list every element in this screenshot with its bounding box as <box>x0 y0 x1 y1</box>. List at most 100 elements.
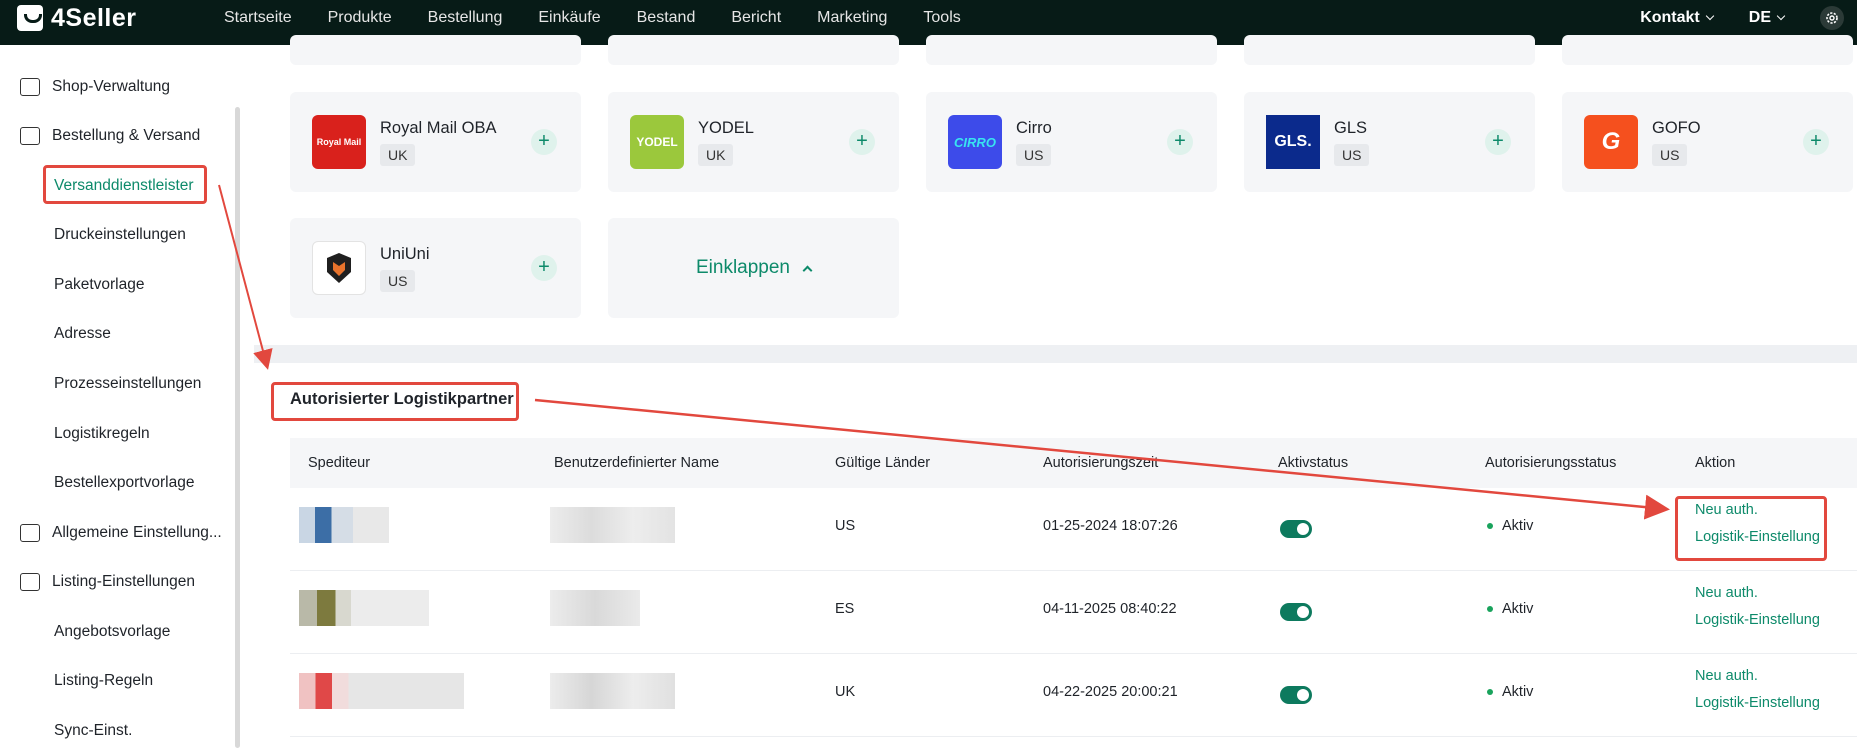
gear-icon[interactable] <box>1820 6 1844 30</box>
country-cell: ES <box>835 601 855 617</box>
sidebar-scrollbar[interactable] <box>235 107 240 748</box>
table-row: UK 04-22-2025 20:00:21 Aktiv Neu auth. L… <box>290 654 1857 737</box>
contact-menu[interactable]: Kontakt <box>1640 9 1715 27</box>
contact-label: Kontakt <box>1640 9 1700 26</box>
cirro-logo: CIRRO <box>948 115 1002 169</box>
carrier-card-yodel: YODEL YODEL UK + <box>608 92 899 192</box>
gofo-logo: G <box>1584 115 1638 169</box>
sidebar-item-shop-verwaltung[interactable]: Shop-Verwaltung <box>20 72 170 102</box>
sidebar-item-logistikregeln[interactable]: Logistikregeln <box>54 419 150 449</box>
nav-startseite[interactable]: Startseite <box>224 9 292 27</box>
status-dot <box>1487 523 1493 530</box>
status-text: Aktiv <box>1502 518 1534 534</box>
nav-einkaeufe[interactable]: Einkäufe <box>538 9 600 27</box>
carrier-card-partial <box>608 35 899 65</box>
region-tag: UK <box>698 144 734 166</box>
chevron-down-icon <box>1705 11 1715 21</box>
carrier-card-partial <box>926 35 1217 65</box>
section-divider <box>254 345 1857 363</box>
sidebar-item-paketvorlage[interactable]: Paketvorlage <box>54 270 144 300</box>
nav-tools[interactable]: Tools <box>923 9 960 27</box>
carrier-logo-blurred <box>299 590 429 626</box>
chevron-up-icon <box>802 265 813 276</box>
sidebar-item-prozesseinstellungen[interactable]: Prozesseinstellungen <box>54 369 201 399</box>
shop-icon <box>20 78 40 96</box>
column-header: Aktivstatus <box>1278 455 1349 471</box>
nav-bestellung[interactable]: Bestellung <box>428 9 503 27</box>
sidebar-item-allgemeine-einstellungen[interactable]: Allgemeine Einstellung... <box>20 518 222 548</box>
logistics-settings-link[interactable]: Logistik-Einstellung <box>1695 695 1820 711</box>
gls-logo: GLS. <box>1266 115 1320 169</box>
uniuni-logo <box>312 241 366 295</box>
country-cell: UK <box>835 684 856 700</box>
column-header: Gültige Länder <box>835 455 931 471</box>
auth-time-cell: 01-25-2024 18:07:26 <box>1043 518 1178 534</box>
annotation-box-versanddienstleister <box>43 165 207 204</box>
add-carrier-button[interactable]: + <box>531 255 557 281</box>
add-carrier-button[interactable]: + <box>531 129 557 155</box>
sidebar-item-label: Listing-Einstellungen <box>52 573 196 590</box>
active-toggle[interactable] <box>1280 686 1312 704</box>
auth-status-cell: Aktiv <box>1487 518 1533 534</box>
active-toggle[interactable] <box>1280 520 1312 538</box>
carrier-name: Cirro <box>1016 119 1052 137</box>
reauth-link[interactable]: Neu auth. <box>1695 585 1758 601</box>
add-carrier-button[interactable]: + <box>1803 129 1829 155</box>
app-logo[interactable]: 4Seller <box>17 0 137 36</box>
logistics-settings-link[interactable]: Logistik-Einstellung <box>1695 612 1820 628</box>
carrier-name: GOFO <box>1652 119 1701 137</box>
bag-icon <box>17 5 43 31</box>
sidebar-item-sync-einst[interactable]: Sync-Einst. <box>54 716 132 746</box>
add-carrier-button[interactable]: + <box>1485 129 1511 155</box>
add-carrier-button[interactable]: + <box>849 129 875 155</box>
sidebar-item-angebotsvorlage[interactable]: Angebotsvorlage <box>54 617 170 647</box>
custom-name-blurred <box>550 507 675 543</box>
column-header: Benutzerdefinierter Name <box>554 455 720 471</box>
carrier-name: UniUni <box>380 245 430 263</box>
region-tag: US <box>1334 144 1370 166</box>
sidebar-item-druckeinstellungen[interactable]: Druckeinstellungen <box>54 220 186 250</box>
custom-name-blurred <box>550 673 675 709</box>
collapse-label: Einklappen <box>695 257 791 278</box>
custom-name-blurred <box>550 590 640 626</box>
nav-bestand[interactable]: Bestand <box>637 9 696 27</box>
language-menu[interactable]: DE <box>1748 9 1786 27</box>
yodel-logo: YODEL <box>630 115 684 169</box>
carrier-name: GLS <box>1334 119 1368 137</box>
table-row: US 01-25-2024 18:07:26 Aktiv Neu auth. L… <box>290 488 1857 571</box>
nav-marketing[interactable]: Marketing <box>817 9 887 27</box>
settings-icon <box>20 524 40 542</box>
sidebar-item-adresse[interactable]: Adresse <box>54 319 111 349</box>
region-tag: US <box>380 270 416 292</box>
status-text: Aktiv <box>1502 601 1534 617</box>
carrier-card-partial <box>1244 35 1535 65</box>
column-header: Spediteur <box>308 455 371 471</box>
nav-produkte[interactable]: Produkte <box>328 9 392 27</box>
status-dot <box>1487 606 1493 613</box>
logo-text: 4Seller <box>51 3 137 32</box>
annotation-box-section-title <box>271 382 519 421</box>
column-header: Aktion <box>1695 455 1736 471</box>
sidebar-item-label: Shop-Verwaltung <box>52 78 171 95</box>
active-toggle[interactable] <box>1280 603 1312 621</box>
reauth-link[interactable]: Neu auth. <box>1695 668 1758 684</box>
sidebar-item-listing-einstellungen[interactable]: Listing-Einstellungen <box>20 567 195 597</box>
add-carrier-button[interactable]: + <box>1167 129 1193 155</box>
order-icon <box>20 127 40 145</box>
sidebar-item-bestellung-versand[interactable]: Bestellung & Versand <box>20 121 200 151</box>
collapse-button[interactable]: Einklappen <box>608 218 899 318</box>
nav-bericht[interactable]: Bericht <box>731 9 781 27</box>
table-row: ES 04-11-2025 08:40:22 Aktiv Neu auth. L… <box>290 571 1857 654</box>
carrier-card-uniuni: UniUni US + <box>290 218 581 318</box>
table-header: Spediteur Benutzerdefinierter Name Gülti… <box>290 438 1857 488</box>
carrier-card-partial <box>290 35 581 65</box>
language-label: DE <box>1748 9 1771 26</box>
royal-mail-logo: Royal Mail <box>312 115 366 169</box>
sidebar-item-listing-regeln[interactable]: Listing-Regeln <box>54 666 153 696</box>
chevron-down-icon <box>1776 11 1786 21</box>
sidebar-item-bestellexportvorlage[interactable]: Bestellexportvorlage <box>54 468 194 498</box>
status-dot <box>1487 689 1493 696</box>
carrier-card-partial <box>1562 35 1853 65</box>
region-tag: UK <box>380 144 416 166</box>
sidebar-item-label: Allgemeine Einstellung... <box>52 524 222 541</box>
